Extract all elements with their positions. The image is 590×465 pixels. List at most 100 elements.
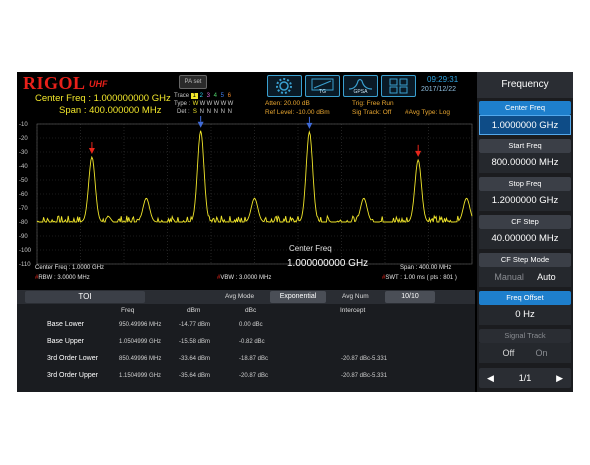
y-tick-label: -70	[19, 206, 28, 212]
row-dbm: -35.64 dBm	[179, 373, 211, 379]
row-dbm: -14.77 dBm	[179, 322, 211, 328]
cf-step-manual[interactable]: Manual	[494, 272, 524, 282]
menu-title: Frequency	[477, 72, 573, 98]
pa-set-button[interactable]: PA set	[179, 75, 207, 89]
trace-1[interactable]: 1	[190, 93, 198, 99]
analyzer-screen: RIGOL UHF Center Freq : 1.000000000 GHz …	[17, 72, 573, 392]
start-freq-key[interactable]: Start Freq	[479, 139, 571, 153]
settings-gear-icon	[276, 78, 292, 94]
row-intercept: -20.87 dBc-5.331	[341, 373, 388, 379]
row-freq: 950.49996 MHz	[119, 322, 162, 328]
type-val-2: W	[199, 101, 206, 107]
freq-offset-value[interactable]: 0 Hz	[479, 305, 571, 325]
swt-text: #SWT : 1.00 ms ( pts : 801 )	[382, 275, 457, 281]
row-dbm: -15.58 dBm	[179, 339, 211, 345]
y-tick-label: -110	[19, 262, 31, 268]
stop-freq-value[interactable]: 1.2000000 GHz	[479, 191, 571, 211]
clock-time: 09:29:31	[427, 75, 459, 84]
det-row: Det : SNNNNN	[177, 109, 233, 115]
type-val-4: W	[213, 101, 220, 107]
vbw-text: #VBW : 3.0000 MHz	[217, 275, 272, 281]
rbw-text: #RBW : 3.0000 MHz	[35, 275, 90, 281]
y-tick-label: -30	[19, 150, 28, 156]
gpsa-button[interactable]: GPSA	[343, 75, 378, 97]
header-center-freq: Center Freq : 1.000000000 GHz	[35, 93, 171, 104]
header-span: Span : 400.000000 MHz	[59, 105, 162, 116]
signal-track-off[interactable]: Off	[503, 348, 515, 358]
avg-num-field[interactable]: 10/10	[385, 291, 435, 303]
center-overlay-value: 1.000000000 GHz	[287, 258, 369, 269]
rigol-logo: RIGOL	[23, 73, 86, 93]
bottom-center-freq: Center Freq : 1.0000 GHz	[35, 265, 105, 271]
row-freq: 1.0504999 GHz	[119, 339, 162, 345]
cf-step-value[interactable]: 40.000000 MHz	[479, 229, 571, 249]
center-freq-key[interactable]: Center Freq	[479, 101, 571, 115]
det-val-5: N	[220, 109, 226, 115]
start-freq-value[interactable]: 800.00000 MHz	[479, 153, 571, 173]
atten-text: Atten: 20.00 dB	[265, 100, 310, 107]
center-freq-value[interactable]: 1.0000000 GHz	[479, 115, 571, 135]
page-prev-icon[interactable]: ◀	[487, 368, 494, 388]
freq-offset-key[interactable]: Freq Offset	[479, 291, 571, 305]
avg-mode-select[interactable]: Exponential	[270, 291, 326, 303]
tg-button[interactable]: TG	[305, 75, 340, 97]
trig-text: Trig: Free Run	[352, 100, 394, 107]
col-freq: Freq	[121, 307, 135, 314]
sig-track-text: Sig Track: Off	[352, 109, 392, 116]
row-name: Base Lower	[47, 321, 84, 328]
cf-step-auto[interactable]: Auto	[537, 272, 556, 282]
col-intercept: Intercept	[340, 307, 366, 314]
type-label: Type :	[174, 101, 191, 107]
spectrum-plot[interactable]: -10 -20 -30 -40 -50 -60 -70 -80 -90 -100 -110	[17, 116, 475, 272]
page-nav: ◀ 1/1 ▶	[479, 368, 571, 388]
cf-step-key[interactable]: CF Step	[479, 215, 571, 229]
y-tick-label: -90	[19, 234, 28, 240]
signal-track-on[interactable]: On	[535, 348, 547, 358]
row-freq: 1.1504999 GHz	[119, 373, 162, 379]
signal-track-toggle[interactable]: Off On	[479, 343, 571, 363]
row-dbm: -33.64 dBm	[179, 356, 211, 362]
row-name: 3rd Order Lower	[47, 355, 98, 362]
trace-6[interactable]: 6	[226, 93, 233, 99]
tg-label: TG	[319, 89, 326, 95]
type-val-5: W	[220, 101, 227, 107]
row-dbc: -18.87 dBc	[239, 356, 269, 362]
col-dbm: dBm	[187, 307, 201, 314]
trace-4[interactable]: 4	[212, 93, 219, 99]
trace-label: Trace	[174, 93, 190, 99]
stop-freq-key[interactable]: Stop Freq	[479, 177, 571, 191]
cf-step-mode-key[interactable]: CF Step Mode	[479, 253, 571, 267]
col-dbc: dBc	[245, 307, 257, 314]
det-label: Det :	[177, 109, 190, 115]
gpsa-label: GPSA	[353, 89, 368, 95]
ref-level-text: Ref Level: -10.00 dBm	[265, 109, 330, 116]
layout-grid-icon	[389, 78, 408, 94]
row-dbc: 0.00 dBc	[239, 322, 263, 328]
center-overlay-label: Center Freq	[289, 244, 332, 253]
cf-step-mode-toggle[interactable]: Manual Auto	[479, 267, 571, 287]
row-name: 3rd Order Upper	[47, 372, 98, 379]
settings-gear-button[interactable]	[267, 75, 302, 97]
toi-title: TOI	[25, 291, 145, 303]
row-name: Base Upper	[47, 338, 84, 345]
det-val-3: N	[206, 109, 212, 115]
trace-row: Trace 123456	[174, 93, 233, 99]
y-tick-label: -20	[19, 136, 28, 142]
clock-date: 2017/12/22	[421, 86, 457, 93]
toi-panel: TOI Avg Mode Exponential Avg Num 10/10 F…	[17, 290, 475, 392]
y-tick-label: -10	[19, 122, 28, 128]
trace-3[interactable]: 3	[205, 93, 212, 99]
layout-grid-button[interactable]	[381, 75, 416, 97]
y-tick-label: -60	[19, 192, 28, 198]
det-val-6: N	[227, 109, 233, 115]
page-next-icon[interactable]: ▶	[556, 368, 563, 388]
uhf-logo: UHF	[89, 79, 108, 89]
trace-2[interactable]: 2	[198, 93, 205, 99]
signal-track-key[interactable]: Signal Track	[479, 329, 571, 343]
y-tick-label: -80	[19, 220, 28, 226]
avg-num-label: Avg Num	[342, 293, 369, 300]
trace-5[interactable]: 5	[219, 93, 226, 99]
det-val-4: N	[213, 109, 219, 115]
det-val-1: S	[192, 109, 197, 115]
span-text: Span : 400.00 MHz	[400, 265, 452, 271]
